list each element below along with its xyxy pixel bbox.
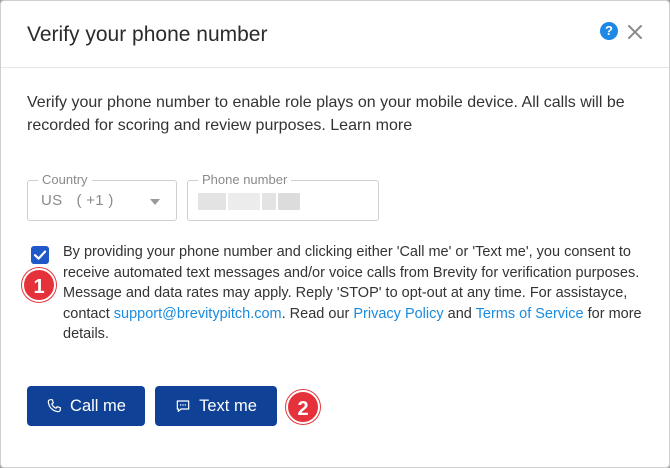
text-me-label: Text me xyxy=(199,396,257,415)
chevron-down-icon xyxy=(150,199,160,205)
consent-text: By providing your phone number and click… xyxy=(63,242,653,345)
close-icon[interactable] xyxy=(625,22,645,42)
consent-text-part: and xyxy=(443,305,476,322)
privacy-policy-link[interactable]: Privacy Policy xyxy=(353,306,443,322)
dialog-description: Verify your phone number to enable role … xyxy=(27,94,625,134)
country-label: Country xyxy=(38,172,92,187)
call-me-button[interactable]: Call me xyxy=(27,386,145,426)
dialog-title: Verify your phone number xyxy=(27,23,268,46)
text-me-button[interactable]: Text me xyxy=(155,386,277,426)
help-icon[interactable]: ? xyxy=(600,22,618,40)
dialog-header: Verify your phone number ? xyxy=(1,1,669,68)
country-select[interactable]: Country US ( +1 ) xyxy=(27,172,177,221)
step-marker-2: 2 xyxy=(286,390,320,424)
country-name: US xyxy=(41,192,63,209)
call-me-label: Call me xyxy=(70,396,126,415)
step-marker-1: 1 xyxy=(22,268,56,302)
support-email-link[interactable]: support@brevitypitch.com xyxy=(114,306,282,322)
phone-icon xyxy=(46,398,62,414)
verify-phone-dialog: Verify your phone number ? Verify your p… xyxy=(0,0,670,468)
country-code: ( +1 ) xyxy=(76,192,114,209)
terms-of-service-link[interactable]: Terms of Service xyxy=(476,306,584,322)
redacted-phone-value xyxy=(198,193,308,210)
phone-label: Phone number xyxy=(198,172,292,187)
phone-number-input[interactable]: Phone number xyxy=(187,172,379,221)
consent-checkbox[interactable] xyxy=(31,246,49,264)
country-value: US ( +1 ) xyxy=(41,192,114,209)
consent-text-part: . Read our xyxy=(281,305,354,322)
message-icon xyxy=(175,398,191,414)
